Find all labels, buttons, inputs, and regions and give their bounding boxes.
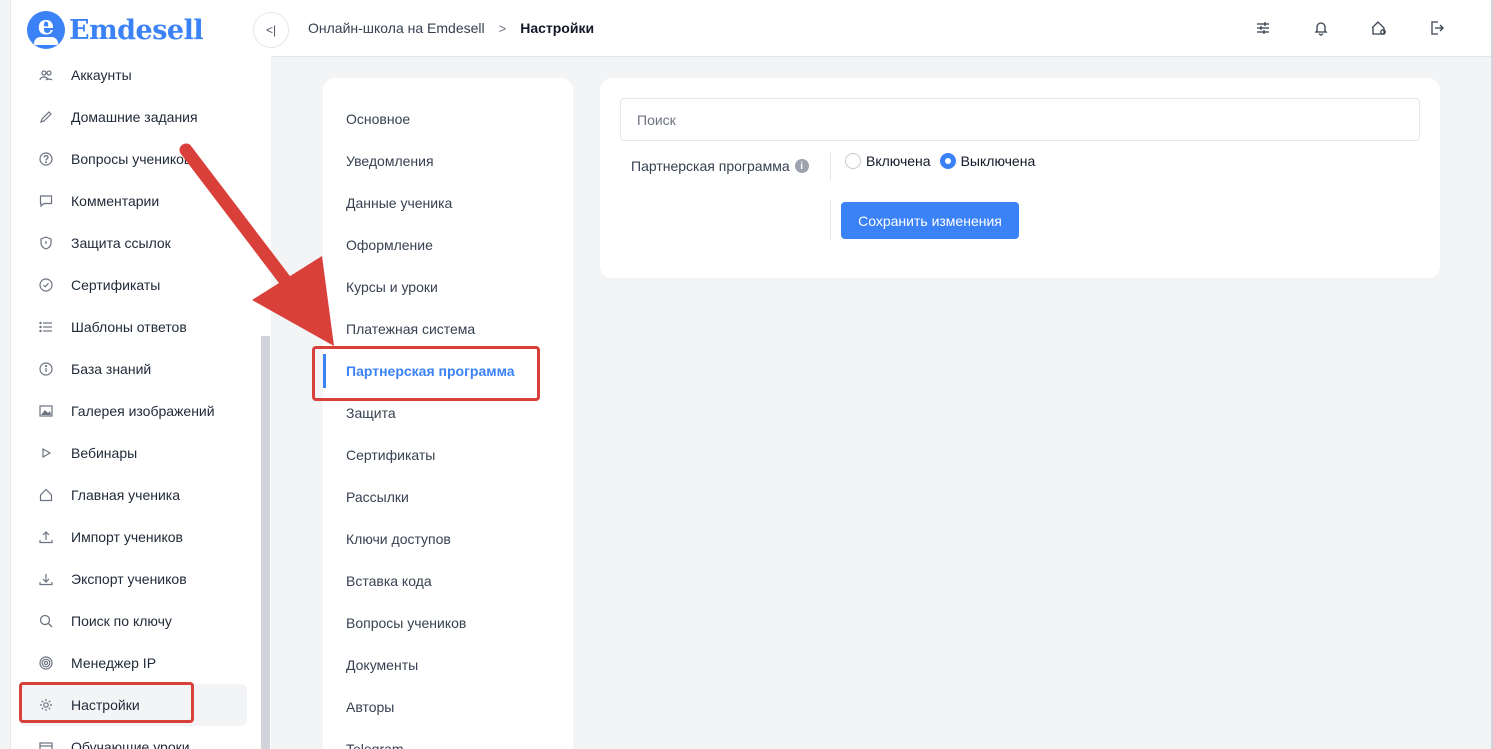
divider <box>830 152 831 180</box>
topbar: <| Онлайн-школа на Emdesell > Настройки <box>253 0 1493 57</box>
radio-enabled[interactable]: Включена <box>845 153 931 169</box>
upload-icon <box>37 528 55 546</box>
sidebar-item[interactable]: Обучающие уроки <box>19 726 247 749</box>
settings-menu-item[interactable]: Рассылки <box>323 476 573 518</box>
partner-program-label-row: Партнерская программа i <box>631 158 809 174</box>
question-icon <box>37 150 55 168</box>
collapse-sidebar-button[interactable]: <| <box>253 12 289 48</box>
sidebar-item[interactable]: Импорт учеников <box>19 516 247 558</box>
breadcrumb-current: Настройки <box>520 20 595 36</box>
bell-icon[interactable] <box>1311 18 1331 38</box>
sidebar-item[interactable]: Защита ссылок <box>19 222 247 264</box>
sidebar-item-label: Обучающие уроки <box>71 739 190 749</box>
settings-menu-item[interactable]: Вопросы учеников <box>323 602 573 644</box>
collapse-icon: <| <box>265 23 277 37</box>
settings-menu-item[interactable]: Оформление <box>323 224 573 266</box>
breadcrumb: Онлайн-школа на Emdesell > Настройки <box>308 20 594 36</box>
play-icon <box>37 444 55 462</box>
sidebar-item[interactable]: Шаблоны ответов <box>19 306 247 348</box>
sidebar-item[interactable]: Сертификаты <box>19 264 247 306</box>
sidebar-item[interactable]: Поиск по ключу <box>19 600 247 642</box>
sidebar-item[interactable]: Вебинары <box>19 432 247 474</box>
settings-menu-item[interactable]: Telegram <box>323 728 573 749</box>
pencil-icon <box>37 108 55 126</box>
logout-icon[interactable] <box>1427 18 1447 38</box>
home-settings-icon[interactable] <box>1369 18 1389 38</box>
logo-mark: e <box>27 11 65 49</box>
sidebar-item-label: Главная ученика <box>71 487 181 503</box>
sidebar-scrollbar[interactable] <box>261 336 270 749</box>
sidebar-item[interactable]: Галерея изображений <box>19 390 247 432</box>
app-sidebar: e Emdesell Аккаунты Домашние задания Вопро… <box>10 0 271 749</box>
save-button[interactable]: Сохранить изменения <box>841 202 1019 239</box>
settings-menu-item[interactable]: Основное <box>323 98 573 140</box>
chevron-right-icon: > <box>498 20 507 36</box>
sidebar-item-label: Комментарии <box>71 193 160 209</box>
partner-program-toggle: Включена Выключена <box>845 153 1035 169</box>
sidebar-item-label: Домашние задания <box>71 109 198 125</box>
divider <box>830 200 831 240</box>
video-icon <box>37 738 55 749</box>
radio-disabled-label: Выключена <box>960 153 1036 169</box>
sidebar-item[interactable]: Комментарии <box>19 180 247 222</box>
list-icon <box>37 318 55 336</box>
sidebar-item-label: Сертификаты <box>71 277 161 293</box>
sidebar-item[interactable]: Менеджер IP <box>19 642 247 684</box>
sidebar-item[interactable]: Главная ученика <box>19 474 247 516</box>
settings-menu-item[interactable]: Ключи доступов <box>323 518 573 560</box>
settings-menu: Основное Уведомления Данные ученика Оформле… <box>323 78 573 749</box>
settings-menu-item[interactable]: Уведомления <box>323 140 573 182</box>
image-icon <box>37 402 55 420</box>
sidebar-item-label: Галерея изображений <box>71 403 215 419</box>
sidebar-item-label: Вопросы учеников <box>71 151 192 167</box>
sidebar-item[interactable]: Аккаунты <box>19 54 247 96</box>
target-icon <box>37 654 55 672</box>
logo[interactable]: e Emdesell <box>27 10 204 50</box>
sidebar-item-label: Шаблоны ответов <box>71 319 187 335</box>
home-icon <box>37 486 55 504</box>
badge-check-icon <box>37 276 55 294</box>
sidebar-item[interactable]: База знаний <box>19 348 247 390</box>
settings-menu-item[interactable]: Платежная система <box>323 308 573 350</box>
sidebar-item-label: Экспорт учеников <box>71 571 187 587</box>
info-icon[interactable]: i <box>794 159 809 173</box>
topbar-actions <box>1253 18 1447 38</box>
sidebar-item[interactable]: Домашние задания <box>19 96 247 138</box>
sidebar-item-label: Аккаунты <box>71 67 132 83</box>
partner-program-card: Партнерская программа i Включена Выключе… <box>600 78 1440 278</box>
sidebar-item-label: Менеджер IP <box>71 655 157 671</box>
download-icon <box>37 570 55 588</box>
search-icon <box>37 612 55 630</box>
sidebar-item-label: Защита ссылок <box>71 235 171 251</box>
settings-menu-item[interactable]: Курсы и уроки <box>323 266 573 308</box>
sidebar-item[interactable]: Вопросы учеников <box>19 138 247 180</box>
sidebar-item-label: Вебинары <box>71 445 138 461</box>
radio-enabled-circle[interactable] <box>845 153 861 169</box>
logo-text: Emdesell <box>69 14 204 46</box>
comment-icon <box>37 192 55 210</box>
sidebar-item-label: Импорт учеников <box>71 529 183 545</box>
sidebar-nav: Аккаунты Домашние задания Вопросы учеников… <box>19 54 247 749</box>
search-input[interactable] <box>620 98 1420 141</box>
partner-program-label: Партнерская программа <box>631 158 790 174</box>
radio-disabled-circle[interactable] <box>939 153 956 169</box>
breadcrumb-link-school[interactable]: Онлайн-школа на Emdesell <box>308 20 485 36</box>
radio-disabled[interactable]: Выключена <box>939 153 1036 169</box>
info-icon <box>37 360 55 378</box>
radio-enabled-label: Включена <box>866 153 931 169</box>
settings-menu-item[interactable]: Авторы <box>323 686 573 728</box>
users-icon <box>37 66 55 84</box>
settings-menu-item[interactable]: Документы <box>323 644 573 686</box>
highlight-settings <box>19 682 194 723</box>
highlight-partner-program <box>312 346 540 401</box>
sidebar-item-label: База знаний <box>71 361 152 377</box>
shield-icon <box>37 234 55 252</box>
sidebar-item[interactable]: Экспорт учеников <box>19 558 247 600</box>
settings-menu-item[interactable]: Вставка кода <box>323 560 573 602</box>
settings-menu-item[interactable]: Сертификаты <box>323 434 573 476</box>
sidebar-item-label: Поиск по ключу <box>71 613 172 629</box>
sliders-icon[interactable] <box>1253 18 1273 38</box>
settings-menu-item[interactable]: Данные ученика <box>323 182 573 224</box>
